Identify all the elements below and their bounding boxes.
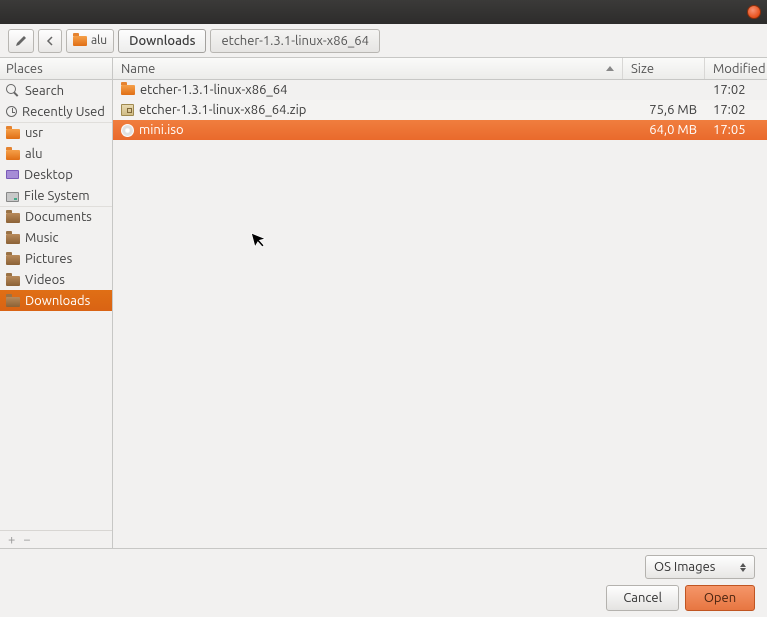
pencil-icon — [15, 35, 27, 47]
edit-path-button[interactable] — [8, 29, 34, 53]
close-window-button[interactable] — [747, 5, 761, 19]
open-button-label: Open — [704, 591, 736, 605]
window-titlebar — [0, 0, 767, 24]
updown-icon — [740, 563, 746, 572]
archive-icon — [121, 104, 134, 116]
sidebar-item-label: alu — [25, 147, 43, 161]
sidebar-item-label: Pictures — [25, 252, 72, 266]
sidebar-item-recent[interactable]: Recently Used — [0, 101, 112, 122]
file-name: mini.iso — [139, 123, 184, 137]
folder-icon — [6, 213, 20, 223]
folder-icon — [6, 276, 20, 286]
toolbar: alu Downloads etcher-1.3.1-linux-x86_64 — [0, 24, 767, 58]
column-size[interactable]: Size — [623, 58, 705, 79]
sidebar-item-label: Recently Used — [22, 105, 105, 119]
file-size: 75,6 MB — [623, 103, 705, 117]
chevron-left-icon — [46, 36, 54, 46]
cancel-button-label: Cancel — [623, 591, 662, 605]
file-modified: 17:02 — [705, 103, 767, 117]
file-row[interactable]: etcher-1.3.1-linux-x86_64.zip 75,6 MB 17… — [113, 100, 767, 120]
footer: OS Images Cancel Open — [0, 548, 767, 617]
sidebar-item-documents[interactable]: Documents — [0, 206, 112, 227]
sidebar-item-alu[interactable]: alu — [0, 143, 112, 164]
open-button[interactable]: Open — [685, 585, 755, 611]
filter-label: OS Images — [654, 560, 715, 574]
sidebar-item-search[interactable]: Search — [0, 80, 112, 101]
file-name: etcher-1.3.1-linux-x86_64.zip — [139, 103, 306, 117]
path-parent-label: alu — [91, 34, 107, 47]
folder-icon — [6, 234, 20, 244]
sidebar: Places Search Recently Used usr alu Desk… — [0, 58, 113, 548]
sidebar-item-usr[interactable]: usr — [0, 122, 112, 143]
add-bookmark-button[interactable]: + — [8, 533, 15, 547]
cancel-button[interactable]: Cancel — [606, 585, 679, 611]
places-header: Places — [0, 58, 112, 80]
sidebar-item-filesystem[interactable]: File System — [0, 185, 112, 206]
clock-icon — [6, 106, 17, 117]
column-name[interactable]: Name — [113, 58, 623, 79]
folder-icon — [6, 255, 20, 265]
file-modified: 17:02 — [705, 83, 767, 97]
nav-back-button[interactable] — [38, 29, 62, 53]
folder-icon — [6, 297, 20, 307]
sidebar-item-pictures[interactable]: Pictures — [0, 248, 112, 269]
column-name-label: Name — [121, 62, 155, 76]
disk-icon — [6, 192, 19, 202]
path-current-button[interactable]: Downloads — [118, 29, 206, 53]
path-full-label: etcher-1.3.1-linux-x86_64 — [221, 34, 368, 48]
sidebar-item-label: Search — [25, 84, 64, 98]
sidebar-item-label: usr — [25, 126, 43, 140]
desktop-icon — [6, 170, 19, 179]
sidebar-item-label: Desktop — [24, 168, 73, 182]
cursor-icon — [250, 228, 272, 255]
column-size-label: Size — [631, 62, 654, 76]
sidebar-item-label: Videos — [25, 273, 65, 287]
folder-icon — [6, 129, 20, 139]
path-parent-button[interactable]: alu — [66, 29, 114, 53]
file-modified: 17:05 — [705, 123, 767, 137]
sort-ascending-icon — [606, 66, 614, 71]
sidebar-toolbox: + − — [0, 530, 112, 548]
sidebar-item-label: Documents — [25, 210, 92, 224]
file-row[interactable]: etcher-1.3.1-linux-x86_64 17:02 — [113, 80, 767, 100]
file-type-filter[interactable]: OS Images — [645, 555, 755, 579]
sidebar-item-label: Downloads — [25, 294, 90, 308]
sidebar-item-label: Music — [25, 231, 59, 245]
file-name: etcher-1.3.1-linux-x86_64 — [140, 83, 287, 97]
sidebar-item-videos[interactable]: Videos — [0, 269, 112, 290]
file-view: Name Size Modified etcher-1.3.1-linux-x8… — [113, 58, 767, 548]
file-size: 64,0 MB — [623, 123, 705, 137]
file-row[interactable]: mini.iso 64,0 MB 17:05 — [113, 120, 767, 140]
column-modified[interactable]: Modified — [705, 58, 767, 79]
main-area: Places Search Recently Used usr alu Desk… — [0, 58, 767, 548]
sidebar-item-downloads[interactable]: Downloads — [0, 290, 112, 311]
folder-icon — [73, 36, 87, 46]
path-current-label: Downloads — [129, 34, 195, 48]
folder-icon — [121, 85, 135, 95]
sidebar-item-music[interactable]: Music — [0, 227, 112, 248]
path-breadcrumb[interactable]: etcher-1.3.1-linux-x86_64 — [210, 29, 379, 53]
column-headers: Name Size Modified — [113, 58, 767, 80]
search-icon — [6, 84, 20, 98]
sidebar-item-label: File System — [24, 189, 90, 203]
remove-bookmark-button[interactable]: − — [23, 533, 30, 547]
disc-icon — [121, 124, 134, 137]
folder-icon — [6, 150, 20, 160]
file-list: etcher-1.3.1-linux-x86_64 17:02 etcher-1… — [113, 80, 767, 548]
column-modified-label: Modified — [713, 62, 766, 76]
sidebar-item-desktop[interactable]: Desktop — [0, 164, 112, 185]
